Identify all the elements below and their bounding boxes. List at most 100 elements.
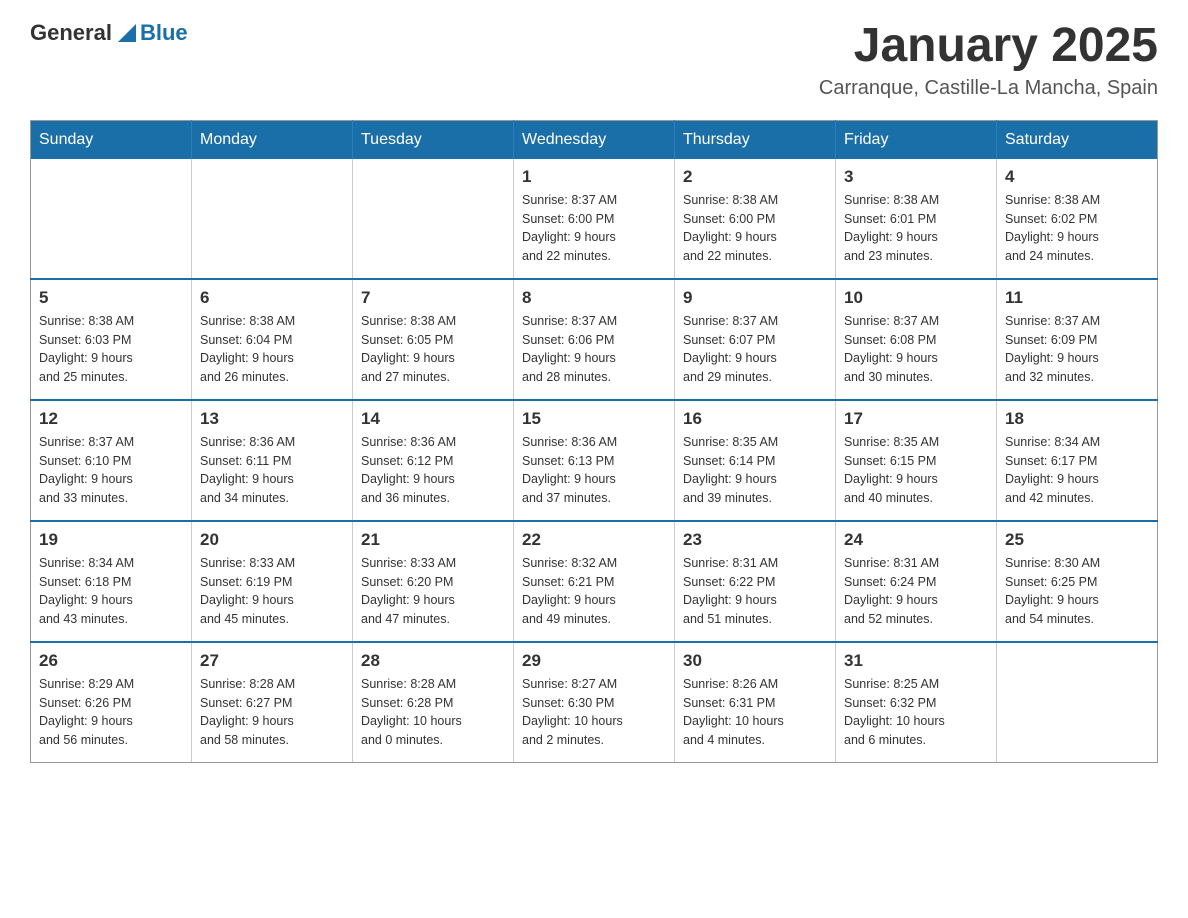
day-info: Sunrise: 8:25 AMSunset: 6:32 PMDaylight:… (844, 675, 988, 750)
day-info: Sunrise: 8:36 AMSunset: 6:12 PMDaylight:… (361, 433, 505, 508)
weekday-header-tuesday: Tuesday (353, 120, 514, 159)
day-number: 24 (844, 530, 988, 550)
calendar-cell: 2 Sunrise: 8:38 AMSunset: 6:00 PMDaylight… (675, 159, 836, 279)
day-info: Sunrise: 8:26 AMSunset: 6:31 PMDaylight:… (683, 675, 827, 750)
day-info: Sunrise: 8:36 AMSunset: 6:13 PMDaylight:… (522, 433, 666, 508)
day-number: 11 (1005, 288, 1149, 308)
day-number: 20 (200, 530, 344, 550)
location-title: Carranque, Castille-La Mancha, Spain (819, 77, 1158, 100)
day-number: 8 (522, 288, 666, 308)
calendar-week-row: 19 Sunrise: 8:34 AMSunset: 6:18 PMDayligh… (31, 521, 1158, 642)
calendar-cell: 4 Sunrise: 8:38 AMSunset: 6:02 PMDaylight… (997, 159, 1158, 279)
page-header: General Blue January 2025 Carranque, Cas… (30, 20, 1158, 100)
weekday-header-monday: Monday (192, 120, 353, 159)
month-title: January 2025 (819, 20, 1158, 73)
day-number: 5 (39, 288, 183, 308)
calendar-cell: 22Sunrise: 8:32 AMSunset: 6:21 PMDayligh… (514, 521, 675, 642)
weekday-header-thursday: Thursday (675, 120, 836, 159)
calendar-table: SundayMondayTuesdayWednesdayThursdayFrid… (30, 120, 1158, 763)
day-info: Sunrise: 8:38 AMSunset: 6:01 PMDaylight:… (844, 191, 988, 266)
day-info: Sunrise: 8:27 AMSunset: 6:30 PMDaylight:… (522, 675, 666, 750)
calendar-cell: 26 Sunrise: 8:29 AMSunset: 6:26 PMDayligh… (31, 642, 192, 763)
calendar-cell: 8 Sunrise: 8:37 AMSunset: 6:06 PMDaylight… (514, 279, 675, 400)
calendar-cell: 19 Sunrise: 8:34 AMSunset: 6:18 PMDayligh… (31, 521, 192, 642)
day-info: Sunrise: 8:38 AMSunset: 6:02 PMDaylight:… (1005, 191, 1149, 266)
calendar-cell: 14 Sunrise: 8:36 AMSunset: 6:12 PMDayligh… (353, 400, 514, 521)
day-info: Sunrise: 8:37 AMSunset: 6:10 PMDaylight:… (39, 433, 183, 508)
day-info: Sunrise: 8:34 AMSunset: 6:18 PMDaylight:… (39, 554, 183, 629)
day-number: 30 (683, 651, 827, 671)
calendar-cell (353, 159, 514, 279)
day-number: 31 (844, 651, 988, 671)
day-number: 1 (522, 167, 666, 187)
logo-text-general: General (30, 20, 112, 46)
day-info: Sunrise: 8:33 AMSunset: 6:19 PMDaylight:… (200, 554, 344, 629)
day-number: 2 (683, 167, 827, 187)
day-info: Sunrise: 8:29 AMSunset: 6:26 PMDaylight:… (39, 675, 183, 750)
day-number: 14 (361, 409, 505, 429)
calendar-cell: 1Sunrise: 8:37 AMSunset: 6:00 PMDaylight… (514, 159, 675, 279)
day-info: Sunrise: 8:38 AMSunset: 6:04 PMDaylight:… (200, 312, 344, 387)
day-info: Sunrise: 8:31 AMSunset: 6:24 PMDaylight:… (844, 554, 988, 629)
calendar-cell: 29 Sunrise: 8:27 AMSunset: 6:30 PMDayligh… (514, 642, 675, 763)
calendar-cell: 18Sunrise: 8:34 AMSunset: 6:17 PMDayligh… (997, 400, 1158, 521)
calendar-cell: 27Sunrise: 8:28 AMSunset: 6:27 PMDayligh… (192, 642, 353, 763)
calendar-cell: 5 Sunrise: 8:38 AMSunset: 6:03 PMDaylight… (31, 279, 192, 400)
calendar-cell (192, 159, 353, 279)
day-number: 19 (39, 530, 183, 550)
calendar-cell (997, 642, 1158, 763)
day-number: 4 (1005, 167, 1149, 187)
weekday-header-wednesday: Wednesday (514, 120, 675, 159)
day-number: 25 (1005, 530, 1149, 550)
logo-text-blue: Blue (140, 20, 188, 46)
calendar-cell: 12 Sunrise: 8:37 AMSunset: 6:10 PMDayligh… (31, 400, 192, 521)
day-info: Sunrise: 8:38 AMSunset: 6:00 PMDaylight:… (683, 191, 827, 266)
calendar-week-row: 5 Sunrise: 8:38 AMSunset: 6:03 PMDaylight… (31, 279, 1158, 400)
calendar-cell: 31 Sunrise: 8:25 AMSunset: 6:32 PMDayligh… (836, 642, 997, 763)
calendar-cell: 6 Sunrise: 8:38 AMSunset: 6:04 PMDaylight… (192, 279, 353, 400)
day-number: 29 (522, 651, 666, 671)
day-number: 15 (522, 409, 666, 429)
day-number: 26 (39, 651, 183, 671)
day-number: 10 (844, 288, 988, 308)
day-number: 17 (844, 409, 988, 429)
calendar-cell: 17 Sunrise: 8:35 AMSunset: 6:15 PMDayligh… (836, 400, 997, 521)
calendar-week-row: 1Sunrise: 8:37 AMSunset: 6:00 PMDaylight… (31, 159, 1158, 279)
calendar-cell: 23 Sunrise: 8:31 AMSunset: 6:22 PMDayligh… (675, 521, 836, 642)
logo-triangle-icon (118, 24, 136, 42)
calendar-body: 1Sunrise: 8:37 AMSunset: 6:00 PMDaylight… (31, 159, 1158, 763)
logo: General Blue (30, 20, 188, 46)
calendar-cell: 16Sunrise: 8:35 AMSunset: 6:14 PMDayligh… (675, 400, 836, 521)
day-number: 3 (844, 167, 988, 187)
day-info: Sunrise: 8:38 AMSunset: 6:05 PMDaylight:… (361, 312, 505, 387)
day-number: 27 (200, 651, 344, 671)
calendar-cell: 25Sunrise: 8:30 AMSunset: 6:25 PMDayligh… (997, 521, 1158, 642)
calendar-week-row: 26 Sunrise: 8:29 AMSunset: 6:26 PMDayligh… (31, 642, 1158, 763)
day-info: Sunrise: 8:37 AMSunset: 6:06 PMDaylight:… (522, 312, 666, 387)
calendar-cell (31, 159, 192, 279)
day-number: 7 (361, 288, 505, 308)
day-info: Sunrise: 8:35 AMSunset: 6:15 PMDaylight:… (844, 433, 988, 508)
day-number: 21 (361, 530, 505, 550)
day-info: Sunrise: 8:28 AMSunset: 6:28 PMDaylight:… (361, 675, 505, 750)
day-info: Sunrise: 8:32 AMSunset: 6:21 PMDaylight:… (522, 554, 666, 629)
day-number: 12 (39, 409, 183, 429)
calendar-cell: 21Sunrise: 8:33 AMSunset: 6:20 PMDayligh… (353, 521, 514, 642)
day-info: Sunrise: 8:31 AMSunset: 6:22 PMDaylight:… (683, 554, 827, 629)
day-number: 6 (200, 288, 344, 308)
title-block: January 2025 Carranque, Castille-La Manc… (819, 20, 1158, 100)
calendar-week-row: 12 Sunrise: 8:37 AMSunset: 6:10 PMDayligh… (31, 400, 1158, 521)
day-number: 16 (683, 409, 827, 429)
calendar-cell: 7 Sunrise: 8:38 AMSunset: 6:05 PMDaylight… (353, 279, 514, 400)
calendar-cell: 13Sunrise: 8:36 AMSunset: 6:11 PMDayligh… (192, 400, 353, 521)
day-number: 13 (200, 409, 344, 429)
day-info: Sunrise: 8:38 AMSunset: 6:03 PMDaylight:… (39, 312, 183, 387)
calendar-cell: 24 Sunrise: 8:31 AMSunset: 6:24 PMDayligh… (836, 521, 997, 642)
day-info: Sunrise: 8:37 AMSunset: 6:07 PMDaylight:… (683, 312, 827, 387)
weekday-header-saturday: Saturday (997, 120, 1158, 159)
calendar-header: SundayMondayTuesdayWednesdayThursdayFrid… (31, 120, 1158, 159)
day-number: 23 (683, 530, 827, 550)
weekday-header-friday: Friday (836, 120, 997, 159)
calendar-cell: 28Sunrise: 8:28 AMSunset: 6:28 PMDayligh… (353, 642, 514, 763)
day-number: 18 (1005, 409, 1149, 429)
